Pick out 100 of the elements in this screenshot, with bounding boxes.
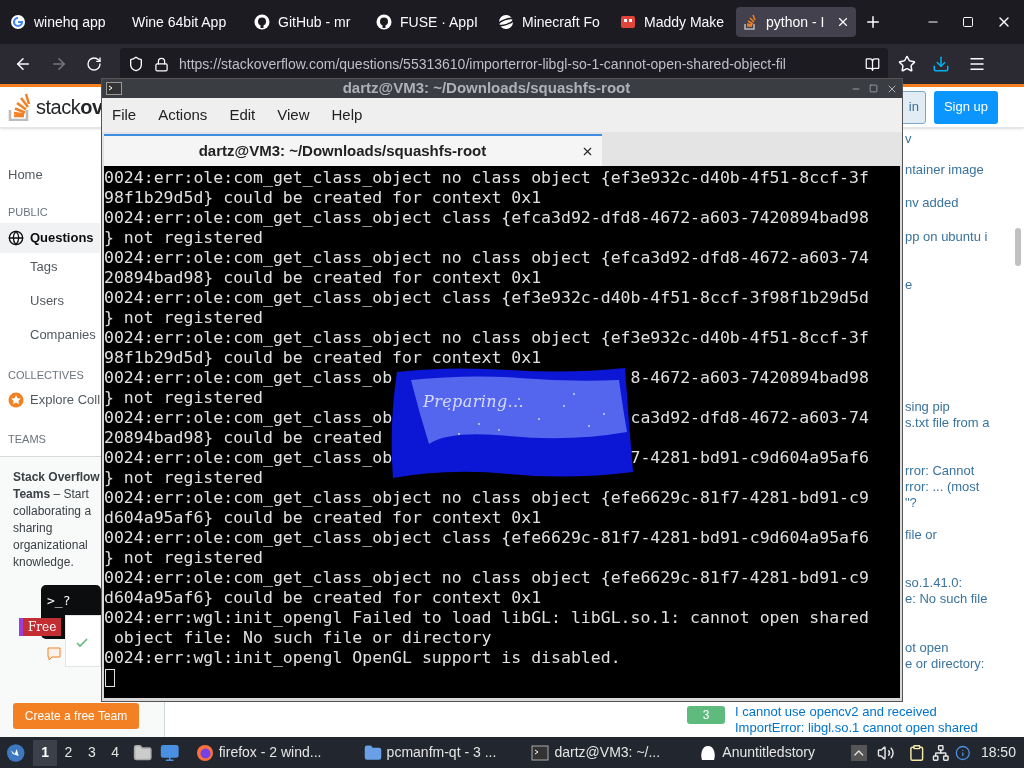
workspace-button[interactable]: 2 [56,739,81,766]
login-button[interactable]: in [901,90,926,124]
text-cursor [105,669,115,687]
taskbar-item[interactable]: firefox - 2 wind... [191,739,348,766]
sidebar-link[interactable]: Users [30,293,64,309]
question-link[interactable]: I cannot use opencv2 and received ImportError: libgl.so.1 cannot open shared [735,704,978,736]
sidebar-link[interactable]: Home [0,160,100,190]
menu-item[interactable]: Actions [158,103,208,127]
menu-item[interactable]: File [112,103,137,127]
tab-title: winehq app [34,12,107,32]
terminal-line: d604a95af6} could be created for context 0x1 [104,508,542,528]
taskbar-item[interactable]: pcmanfm-qt - 3 ... [359,739,516,766]
workspace-button[interactable]: 4 [103,739,127,766]
terminal-line: 0024:err:ole:com_get_class_object class {ef3e932c-d40b-4f51-8ccf-3f98f1b29d5d [104,288,869,308]
terminal-line: 0024:err:ole:com_get_class_object class {efe6629c-81f7-4281-bd91-c9d604a95af6 [104,528,869,548]
related-link[interactable]: sing pip s.txt file from a [905,399,1015,431]
desktop-icon[interactable] [160,742,180,763]
url-field[interactable]: https://stackoverflow.com/questions/55313610/importerror-libgl-so-1-cannot-open-shared-object-fil [120,48,888,80]
globe-icon [8,230,24,246]
menu-item[interactable]: Help [331,103,363,127]
related-link[interactable]: so.1.41.0: e: No such file [905,575,1015,607]
sidebar-link[interactable]: Tags [30,259,58,275]
workspace-button[interactable]: 3 [80,739,104,766]
related-link[interactable]: file or [905,527,1015,543]
cat-icon [376,14,392,30]
terminal-line: } not registered [104,228,263,248]
tab-title: Maddy Make [644,12,726,32]
menu-item[interactable]: Edit [229,103,256,127]
ghost-icon [699,743,718,762]
terminal-icon [106,82,122,95]
terminal-line: 0024:err:ole:com_get_class_ob [104,408,393,428]
browser-tab[interactable]: FUSE · AppI [370,7,490,37]
terminal-icon [531,744,550,761]
terminal-line: 8-4672-a603-7420894bad98 [630,368,869,388]
related-link[interactable]: v [905,131,1015,147]
clock: 18:50 [980,743,1016,762]
browser-tab[interactable]: winehq app [4,7,124,37]
new-tab-icon[interactable] [864,13,882,31]
reload-icon[interactable] [86,56,102,72]
network-icon[interactable] [931,743,950,762]
tab-title: python - I [766,12,826,32]
tab-title: Minecraft Fo [522,12,601,32]
close-icon[interactable] [836,15,850,29]
terminal-line: ca3d92-dfd8-4672-a603-74 [630,408,869,428]
site-logo[interactable]: stackov [36,92,103,122]
browser-tab[interactable]: Minecraft Fo [492,7,612,37]
notification-icon[interactable] [955,744,971,761]
volume-icon[interactable] [876,743,895,762]
answer-count: 3 [687,706,725,724]
sidebar-link[interactable]: Questions [0,223,100,253]
window-title: dartz@VM3: ~/Downloads/squashfs-root [341,78,632,99]
taskbar-item[interactable]: Anuntitledstory [695,739,852,766]
sidebar-link[interactable]: Companies [30,327,96,343]
browser-tab[interactable]: Maddy Make [614,7,734,37]
terminal-line: 0024:err:ole:com_get_class_object no class object {efe6629c-81f7-4281-bd91-c9 [104,568,869,588]
start-menu-icon[interactable] [6,742,26,763]
terminal-line: 0024:err:ole:com_get_class_object no class object {ef3e932c-d40b-4f51-8ccf-3f [104,168,869,188]
menu-icon[interactable] [968,55,986,73]
terminal-line: 7-4281-bd91-c9d604a95af6 [630,448,869,468]
reader-icon[interactable] [865,56,880,72]
terminal-line: 0024:err:ole:com_get_class_ob [104,368,393,388]
shield-icon [128,56,144,72]
terminal-line: 0024:err:wgl:init_opengl Failed to load libGL: libGL.so.1: cannot open shared [104,608,869,628]
folder-icon[interactable] [132,742,153,763]
terminal-line: } not registered [104,548,263,568]
related-link[interactable]: pp on ubuntu i [905,229,1015,245]
sidebar-heading: COLLECTIVES [8,368,84,382]
terminal-line: 98f1b29d5d} could be created for context 0x1 [104,188,542,208]
download-icon[interactable] [932,55,950,73]
scrollbar-thumb[interactable] [1015,228,1021,266]
free-badge: Free [19,617,62,636]
terminal-line: 0024:err:ole:com_get_class_object class {efca3d92-dfd8-4672-a603-7420894bad98 [104,208,869,228]
terminal-line: 98f1b29d5d} could be created for context 0x1 [104,348,542,368]
back-icon[interactable] [14,55,32,73]
related-link[interactable]: ot open e or directory: [905,640,1015,672]
planet-icon [498,14,514,30]
related-link[interactable]: ntainer image [905,162,1015,178]
tray-expand-icon[interactable] [851,744,867,761]
terminal-line: 0024:err:wgl:init_opengl OpenGL support is disabled. [104,648,621,668]
related-link[interactable]: e [905,277,1015,293]
forward-icon[interactable] [50,55,68,73]
menu-item[interactable]: View [277,103,310,127]
check-icon [76,637,88,648]
clipboard-icon[interactable] [908,743,926,762]
browser-tab[interactable]: GitHub - mr [248,7,368,37]
sidebar-link[interactable]: Explore Coll [8,390,101,410]
terminal-line: 20894bad98} could be created [104,428,383,448]
browser-tab[interactable]: python - I [736,7,856,37]
terminal-tab[interactable]: dartz@VM3: ~/Downloads/squashfs-root [104,134,602,166]
workspace-button[interactable]: 1 [33,739,57,766]
folder-icon [363,743,382,762]
browser-tab[interactable]: Wine 64bit App [126,7,246,37]
taskbar-item[interactable]: dartz@VM3: ~/... [527,739,684,766]
bookmark-icon[interactable] [898,55,916,73]
related-link[interactable]: nv added [905,195,1015,211]
stack-logo-icon [8,93,32,121]
related-link[interactable]: rror: Cannot rror: ... (most "? [905,463,1015,511]
star-badge-icon [8,391,24,408]
terminal-line: d604a95af6} could be created for context 0x1 [104,588,542,608]
terminal-line: } not registered [104,388,263,408]
